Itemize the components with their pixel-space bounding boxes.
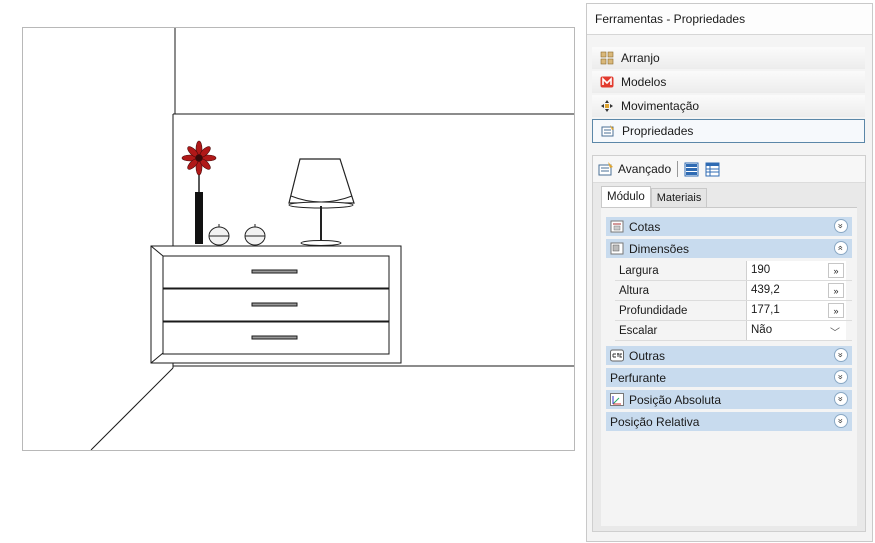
- section-dimensoes[interactable]: Dimensões «: [606, 239, 852, 258]
- nav-item-movimentacao[interactable]: Movimentação: [592, 95, 865, 117]
- scene-drawing: [90, 28, 574, 450]
- 3d-viewport[interactable]: [22, 27, 575, 451]
- nav-item-arranjo[interactable]: Arranjo: [592, 47, 865, 69]
- width-expand-button[interactable]: »: [828, 263, 844, 278]
- scale-select-value: Não: [751, 324, 773, 336]
- dimension-icon: [610, 242, 624, 255]
- scale-select[interactable]: Não ﹀: [746, 321, 846, 340]
- nav-item-propriedades[interactable]: Propriedades: [592, 119, 865, 143]
- property-row-largura: Largura 190 »: [615, 261, 852, 281]
- tab-materiais[interactable]: Materiais: [650, 188, 708, 207]
- dimension-icon: [610, 220, 624, 233]
- property-label: Largura: [619, 264, 659, 277]
- tab-strip: Módulo Materiais: [601, 186, 708, 207]
- tab-body: Cotas » Dimensões « Largura 190 » Altura…: [601, 207, 857, 526]
- axes-icon: [610, 393, 624, 406]
- nightstand: [150, 245, 402, 364]
- height-expand-button[interactable]: »: [828, 283, 844, 298]
- panel-title: Ferramentas - Propriedades: [587, 4, 872, 35]
- properties-icon: [598, 162, 613, 176]
- section-posicao-relativa[interactable]: Posição Relativa »: [606, 412, 852, 431]
- section-perfurante[interactable]: Perfurante »: [606, 368, 852, 387]
- section-outras[interactable]: Outras »: [606, 346, 852, 365]
- expand-icon[interactable]: »: [834, 348, 848, 362]
- advanced-label[interactable]: Avançado: [618, 162, 671, 176]
- section-label-posicao-absoluta: Posição Absoluta: [629, 392, 722, 407]
- nav-label-modelos: Modelos: [621, 75, 667, 89]
- section-cotas[interactable]: Cotas »: [606, 217, 852, 236]
- depth-expand-button[interactable]: »: [828, 303, 844, 318]
- toolbar-separator: [677, 161, 679, 177]
- property-row-profundidade: Profundidade 177,1 »: [615, 301, 852, 321]
- tab-modulo[interactable]: Módulo: [601, 186, 651, 207]
- table-lamp: [288, 158, 355, 246]
- panel-nav: Arranjo Modelos Movimentação Propriedade…: [592, 47, 865, 145]
- section-posicao-absoluta[interactable]: Posição Absoluta »: [606, 390, 852, 409]
- expand-icon[interactable]: »: [834, 370, 848, 384]
- expand-icon[interactable]: »: [834, 414, 848, 428]
- section-label-cotas: Cotas: [629, 219, 661, 234]
- move-arrows-icon: [601, 100, 613, 112]
- section-label-dimensoes: Dimensões: [629, 241, 690, 256]
- nav-item-modelos[interactable]: Modelos: [592, 71, 865, 93]
- table-view-icon[interactable]: [705, 162, 720, 177]
- models-m-icon: [600, 76, 614, 88]
- property-label: Altura: [619, 284, 650, 297]
- tools-properties-panel: Ferramentas - Propriedades Arranjo Model…: [586, 3, 873, 542]
- nav-label-arranjo: Arranjo: [621, 51, 660, 65]
- property-row-altura: Altura 439,2 »: [615, 281, 852, 301]
- property-label: Profundidade: [619, 304, 688, 317]
- decor-spheres: [208, 224, 266, 246]
- grid-icon: [600, 51, 614, 65]
- properties-area: Avançado Módulo Materiais Cotas » Dimens…: [592, 155, 866, 532]
- flower-vase: [181, 140, 217, 244]
- list-view-icon[interactable]: [684, 162, 699, 177]
- nav-label-movimentacao: Movimentação: [621, 99, 700, 113]
- nav-label-propriedades: Propriedades: [622, 124, 694, 138]
- properties-icon: [601, 125, 614, 137]
- property-row-escalar: Escalar Não ﹀: [615, 321, 852, 341]
- property-label: Escalar: [619, 324, 658, 337]
- section-label-outras: Outras: [629, 348, 666, 363]
- section-label-posicao-relativa: Posição Relativa: [610, 414, 700, 429]
- section-label-perfurante: Perfurante: [610, 370, 667, 385]
- expand-icon[interactable]: »: [834, 219, 848, 233]
- expand-icon[interactable]: »: [834, 392, 848, 406]
- room-walls: [90, 28, 574, 450]
- etc-icon: [610, 349, 624, 362]
- collapse-icon[interactable]: «: [834, 241, 848, 255]
- advanced-toolbar: Avançado: [593, 156, 865, 183]
- chevron-down-icon: ﹀: [830, 328, 840, 339]
